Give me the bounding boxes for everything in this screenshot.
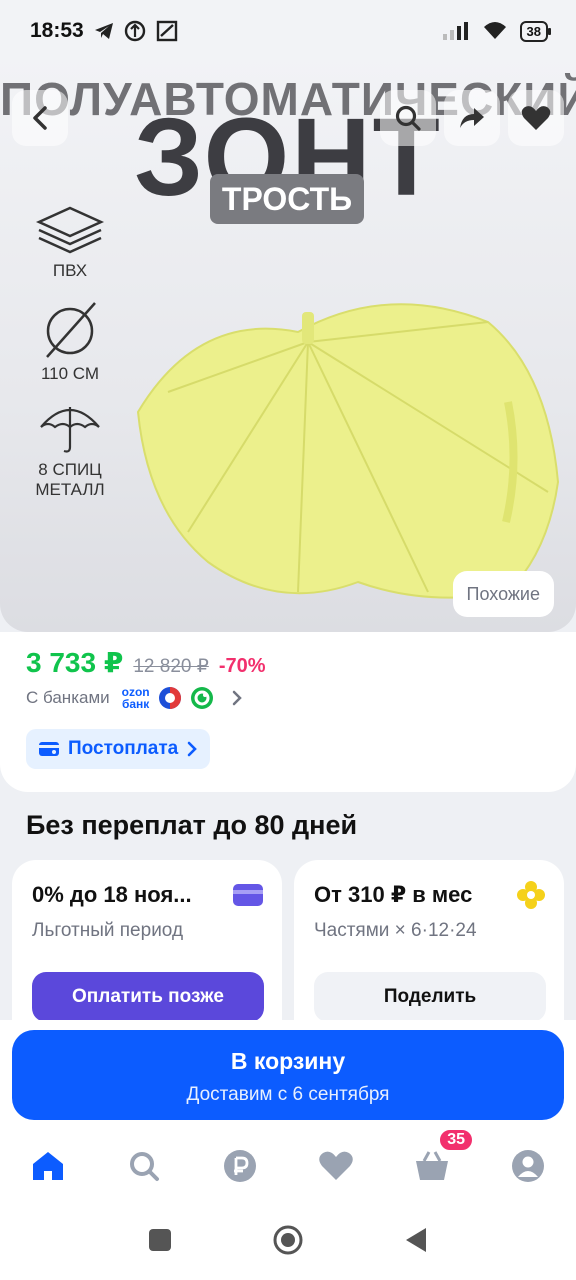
split-button[interactable]: Поделить: [314, 972, 546, 1022]
pay-later-button[interactable]: Оплатить позже: [32, 972, 264, 1022]
telegram-icon: [94, 23, 113, 39]
banks-label: С банками: [26, 688, 110, 707]
pay-later-title: 0% до 18 ноя...: [32, 882, 192, 907]
flower-icon: [517, 881, 545, 909]
search-icon: [130, 1152, 159, 1181]
price-row: 3 733 ₽ 12 820 ₽ -70%: [26, 646, 266, 679]
status-bar: 18:53 38: [0, 0, 576, 62]
app-icon: [124, 20, 145, 42]
status-time: 18:53: [30, 19, 84, 42]
tab-profile[interactable]: [504, 1142, 552, 1190]
wifi-icon: [483, 22, 506, 39]
tab-cart[interactable]: 35: [408, 1128, 474, 1190]
wallet-icon: [39, 742, 59, 756]
tab-bar: 35: [0, 1126, 576, 1206]
home-circle-icon[interactable]: [272, 1224, 304, 1256]
feature-diameter: 110 СМ: [24, 299, 116, 384]
bank-logo-icon-2: [190, 687, 213, 709]
postpay-button[interactable]: Постоплата: [26, 729, 211, 769]
heart-icon: [319, 1151, 353, 1180]
chevron-right-icon: [187, 741, 198, 757]
feature-label: ПВХ: [52, 261, 88, 280]
feature-material: ПВХ: [24, 204, 116, 281]
feature-label: 110 СМ: [40, 364, 100, 383]
product-image-gallery[interactable]: ПОЛУАВТОМАТИЧЕСКИЙ ЗОНТ ТРОСТЬ ПВХ 110 С…: [0, 54, 576, 632]
card-icon: [233, 884, 263, 906]
ruble-icon: [224, 1150, 256, 1182]
umbrella-icon: [40, 407, 100, 453]
old-price: 12 820 ₽: [133, 656, 209, 677]
system-navigation: [0, 1200, 576, 1280]
feature-label: 8 СПИЦ МЕТАЛЛ: [35, 460, 105, 499]
add-to-cart-label: В корзину: [230, 1048, 346, 1074]
app-icon-2: [156, 20, 177, 42]
basket-icon: [416, 1151, 448, 1180]
battery-indicator: 38: [519, 20, 552, 42]
bank-logo-icon: [158, 687, 181, 709]
feature-spokes: 8 СПИЦ МЕТАЛЛ: [24, 399, 116, 500]
recents-icon[interactable]: [148, 1228, 172, 1252]
diameter-icon: [46, 302, 96, 358]
home-icon: [33, 1152, 63, 1180]
price-card: 3 733 ₽ 12 820 ₽ -70% С банками ozon бан…: [0, 632, 576, 792]
favorite-button[interactable]: [508, 90, 564, 146]
search-icon: [395, 105, 421, 131]
current-price: 3 733 ₽: [26, 647, 124, 678]
umbrella-product-image: [136, 303, 560, 599]
search-button[interactable]: [380, 90, 436, 146]
add-to-cart-button[interactable]: В корзину Доставим с 6 сентября: [12, 1030, 564, 1120]
layers-icon: [35, 206, 105, 254]
profile-icon: [512, 1150, 544, 1182]
ozon-bank-logo: ozon банк: [121, 685, 150, 711]
installments-title: Без переплат до 80 дней: [26, 810, 358, 840]
postpay-label: Постоплата: [68, 738, 179, 759]
share-icon: [460, 108, 484, 128]
similar-products-button[interactable]: Похожие: [452, 571, 554, 617]
split-title: От 310 ₽ в мес: [314, 882, 473, 907]
discount-percent: -70%: [218, 655, 266, 677]
delivery-date: Доставим с 6 сентября: [186, 1084, 390, 1105]
signal-icon: [442, 22, 468, 40]
chevron-left-icon: [33, 106, 47, 130]
bank-offers[interactable]: С банками ozon банк: [26, 686, 244, 710]
cart-count-badge: 35: [438, 1128, 474, 1152]
tab-finance[interactable]: [216, 1142, 264, 1190]
chevron-right-icon: [232, 690, 242, 706]
back-button[interactable]: [12, 90, 68, 146]
tab-home[interactable]: [24, 1142, 72, 1190]
pay-later-subtitle: Льготный период: [32, 920, 184, 941]
tab-search[interactable]: [120, 1142, 168, 1190]
tab-favorites[interactable]: [312, 1142, 360, 1190]
split-subtitle: Частями × 6·12·24: [314, 920, 477, 941]
share-button[interactable]: [444, 90, 500, 146]
heart-icon: [521, 106, 551, 130]
image-tag: ТРОСТЬ: [210, 174, 364, 224]
back-triangle-icon[interactable]: [404, 1227, 428, 1253]
